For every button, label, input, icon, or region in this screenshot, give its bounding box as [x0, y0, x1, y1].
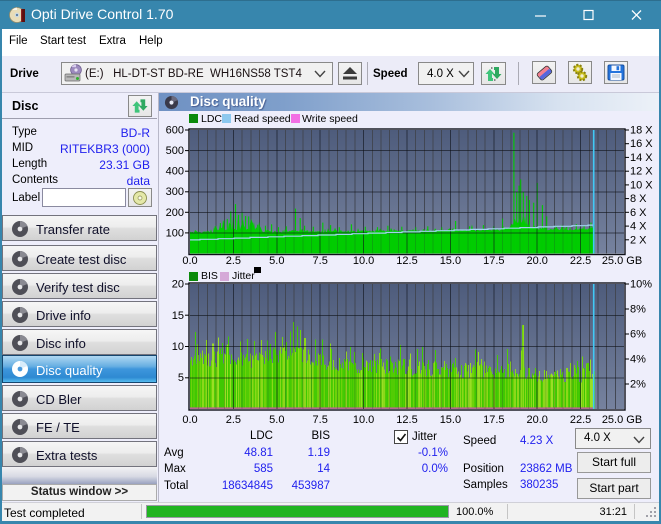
- svg-text:20.0: 20.0: [526, 414, 547, 426]
- svg-text:2%: 2%: [630, 379, 646, 391]
- svg-text:8 X: 8 X: [630, 193, 647, 205]
- svg-text:16 X: 16 X: [630, 138, 653, 150]
- svg-text:2 X: 2 X: [630, 234, 647, 246]
- svg-text:500: 500: [166, 145, 184, 157]
- svg-text:400: 400: [166, 166, 184, 178]
- svg-text:4%: 4%: [630, 354, 646, 366]
- svg-text:14 X: 14 X: [630, 152, 653, 164]
- svg-text:100: 100: [166, 227, 184, 239]
- svg-text:12 X: 12 X: [630, 166, 653, 178]
- svg-text:4 X: 4 X: [630, 221, 647, 233]
- svg-text:15.0: 15.0: [440, 414, 461, 426]
- svg-text:5: 5: [178, 372, 184, 384]
- svg-text:6%: 6%: [630, 329, 646, 341]
- svg-text:0.0: 0.0: [182, 414, 197, 426]
- svg-text:15: 15: [172, 310, 184, 322]
- svg-text:5.0: 5.0: [269, 414, 284, 426]
- svg-text:6 X: 6 X: [630, 207, 647, 219]
- svg-text:600: 600: [166, 125, 184, 137]
- svg-text:18 X: 18 X: [630, 125, 653, 137]
- svg-text:10%: 10%: [630, 279, 652, 291]
- svg-text:7.5: 7.5: [313, 414, 328, 426]
- svg-text:200: 200: [166, 207, 184, 219]
- svg-text:17.5: 17.5: [483, 414, 504, 426]
- svg-text:2.5: 2.5: [226, 414, 241, 426]
- svg-text:10.0: 10.0: [353, 414, 374, 426]
- svg-text:10: 10: [172, 341, 184, 353]
- svg-text:10 X: 10 X: [630, 179, 653, 191]
- svg-text:12.5: 12.5: [396, 414, 417, 426]
- svg-text:8%: 8%: [630, 304, 646, 316]
- svg-text:300: 300: [166, 186, 184, 198]
- svg-text:25.0 GB: 25.0 GB: [602, 414, 642, 426]
- svg-text:20: 20: [172, 279, 184, 291]
- svg-text:22.5: 22.5: [570, 414, 591, 426]
